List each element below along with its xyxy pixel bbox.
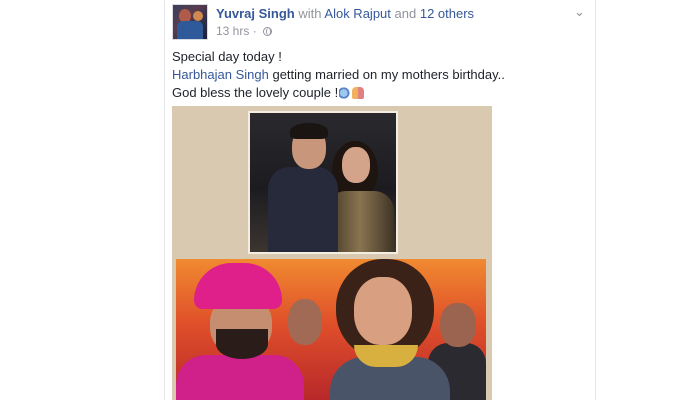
- photo-detail: [194, 263, 282, 309]
- message-text: God bless the lovely couple !: [172, 85, 339, 100]
- avatar-detail: [177, 21, 203, 39]
- message-line: Harbhajan Singh getting married on my mo…: [172, 66, 572, 84]
- post-header: Yuvraj Singh with Alok Rajput and 12 oth…: [216, 6, 474, 22]
- and-text: and: [394, 6, 417, 21]
- photo-wedding-couple[interactable]: [176, 259, 486, 400]
- tagged-person-link[interactable]: Alok Rajput: [324, 6, 390, 21]
- avatar-detail: [193, 11, 203, 21]
- praying-hands-emoji: [339, 87, 352, 99]
- message-text: getting married on my mothers birthday..: [268, 67, 505, 82]
- photo-detail: [440, 303, 476, 347]
- message-line: Special day today !: [172, 49, 282, 64]
- photo-detail: [342, 147, 370, 183]
- message-line: God bless the lovely couple !: [172, 84, 572, 102]
- chevron-down-icon[interactable]: ⌄: [574, 4, 585, 20]
- with-text: with: [298, 6, 322, 21]
- photo-man-and-woman[interactable]: [248, 111, 398, 254]
- photo-detail: [268, 167, 338, 252]
- photo-detail: [288, 299, 322, 345]
- author-avatar[interactable]: [172, 4, 208, 40]
- mention-link[interactable]: Harbhajan Singh: [172, 67, 269, 82]
- tagged-others-link[interactable]: 12 others: [420, 6, 474, 21]
- right-gutter: [596, 0, 700, 400]
- post-message: Special day today ! Harbhajan Singh gett…: [172, 48, 572, 102]
- left-gutter: [0, 0, 164, 400]
- author-name-link[interactable]: Yuvraj Singh: [216, 6, 295, 21]
- photo-detail: [290, 123, 328, 139]
- timestamp-link[interactable]: 13 hrs: [216, 24, 249, 38]
- photo-detail: [176, 355, 304, 400]
- meta-separator: ·: [252, 24, 257, 38]
- globe-icon[interactable]: [263, 27, 273, 36]
- couple-emoji: [352, 87, 365, 99]
- photo-detail: [354, 277, 412, 345]
- photo-detail: [216, 329, 268, 359]
- post-meta: 13 hrs ·: [216, 24, 273, 38]
